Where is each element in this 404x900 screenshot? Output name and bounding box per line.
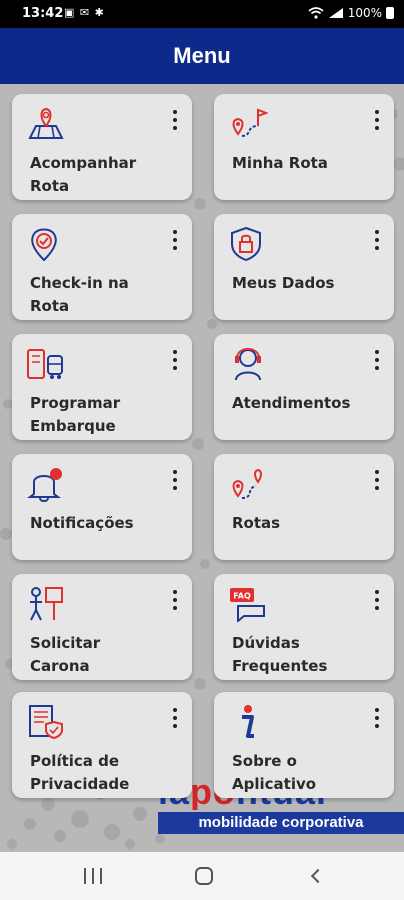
menu-card-rotas[interactable]: Rotas [214,454,394,560]
route-flag-icon [228,106,268,142]
menu-card-label: Programar Embarque [30,394,121,435]
more-vertical-icon[interactable] [168,590,182,614]
wifi-icon [308,7,324,19]
menu-card-solicitar-carona[interactable]: Solicitar Carona [12,574,192,680]
app-bar: Menu [0,28,404,84]
menu-content: lapontual mobilidade corporativa Acompan… [0,84,404,852]
more-vertical-icon[interactable] [370,350,384,374]
notification-icons: ▣ ✉ ✱ [64,6,105,19]
menu-card-label: Meus Dados [232,274,335,292]
menu-card-label: Check-in na Rota [30,274,129,315]
more-vertical-icon[interactable] [370,590,384,614]
menu-card-sobre-aplicativo[interactable]: Sobre o Aplicativo [214,692,394,798]
more-vertical-icon[interactable] [370,230,384,254]
menu-card-programar-embarque[interactable]: Programar Embarque [12,334,192,440]
more-vertical-icon[interactable] [168,110,182,134]
map-location-icon [26,106,66,142]
menu-card-check-in-rota[interactable]: Check-in na Rota [12,214,192,320]
more-vertical-icon[interactable] [168,350,182,374]
signal-icon [328,8,343,18]
battery-icon [386,7,394,19]
menu-card-meus-dados[interactable]: Meus Dados [214,214,394,320]
more-vertical-icon[interactable] [168,230,182,254]
hitchhike-sign-icon [26,586,66,622]
more-vertical-icon[interactable] [370,110,384,134]
menu-card-atendimentos[interactable]: Atendimentos [214,334,394,440]
headset-agent-icon [228,346,268,382]
menu-card-label: Rotas [232,514,281,532]
shield-lock-icon [228,226,268,262]
menu-card-label: Solicitar Carona [30,634,101,675]
info-icon [228,704,268,740]
bell-icon [26,466,66,502]
menu-card-duvidas-frequentes[interactable]: FAQ Dúvidas Frequentes [214,574,394,680]
menu-card-politica-privacidade[interactable]: Política de Privacidade [12,692,192,798]
faq-bubble-icon: FAQ [228,586,268,622]
back-icon[interactable] [303,864,333,888]
home-icon[interactable] [189,864,219,888]
more-vertical-icon[interactable] [168,470,182,494]
menu-card-label: Acompanhar Rota [30,154,137,195]
more-vertical-icon[interactable] [168,708,182,732]
status-time: 13:42 [22,6,64,21]
menu-card-label: Dúvidas Frequentes [232,634,328,675]
menu-card-notificacoes[interactable]: Notificações [12,454,192,560]
recents-icon[interactable] [78,864,108,888]
menu-card-label: Atendimentos [232,394,351,412]
status-bar: 13:42 ▣ ✉ ✱ 100% [0,0,404,28]
location-check-icon [26,226,66,262]
status-right: 100% [308,6,394,20]
privacy-document-icon [26,704,66,740]
routes-icon [228,466,268,502]
battery-percent: 100% [347,6,382,20]
ticket-bus-icon [26,346,66,382]
menu-card-minha-rota[interactable]: Minha Rota [214,94,394,200]
more-vertical-icon[interactable] [370,470,384,494]
logo-tagline: mobilidade corporativa [158,812,404,834]
system-nav-bar [0,852,404,900]
menu-card-label: Política de Privacidade [30,752,130,793]
menu-card-label: Notificações [30,514,134,532]
svg-text:FAQ: FAQ [233,592,251,601]
menu-card-label: Sobre o Aplicativo [232,752,317,793]
menu-card-acompanhar-rota[interactable]: Acompanhar Rota [12,94,192,200]
page-title: Menu [173,43,231,68]
more-vertical-icon[interactable] [370,708,384,732]
menu-card-label: Minha Rota [232,154,328,172]
